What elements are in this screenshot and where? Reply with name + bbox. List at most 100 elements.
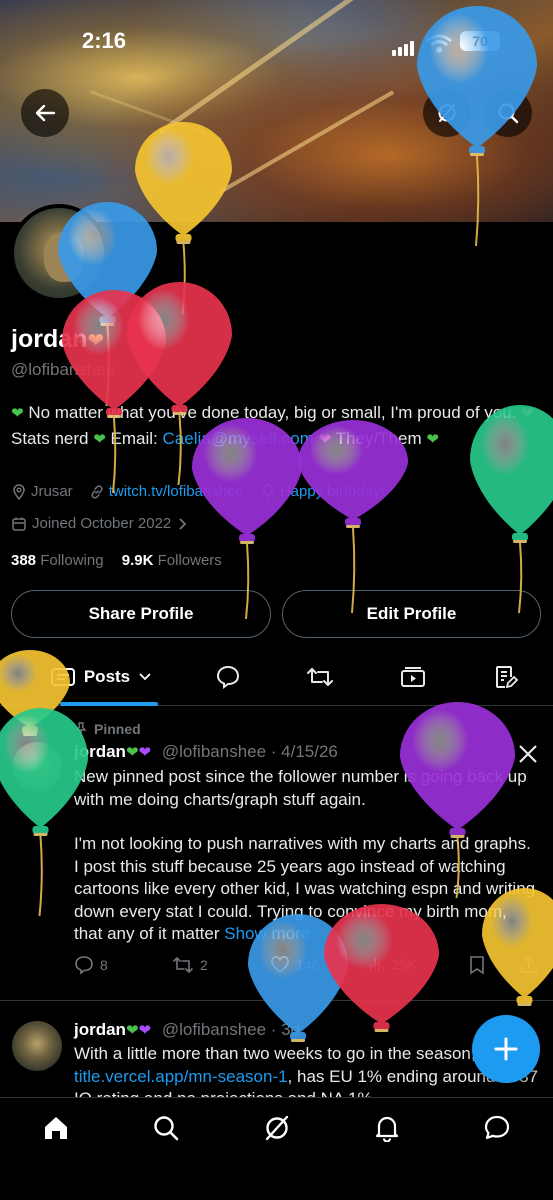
green-heart-icon: ❤ <box>93 431 106 448</box>
grok-button[interactable] <box>423 89 471 137</box>
calendar-icon <box>12 517 26 531</box>
post-text-paragraph-2: I'm not looking to push narratives with … <box>74 833 539 946</box>
repost-button[interactable]: 2 <box>172 955 208 975</box>
green-heart-icon: ❤ <box>426 431 439 448</box>
orange-heart-icon: ❤ <box>87 330 105 352</box>
chevron-right-icon <box>179 517 187 530</box>
reply-icon <box>75 956 93 975</box>
link-icon <box>91 484 103 499</box>
profile-joined[interactable]: Joined October 2022 <box>11 515 188 532</box>
reply-bubble-icon <box>216 665 240 689</box>
bio-email-link[interactable]: Caelia@myself.com <box>163 429 314 448</box>
pinned-indicator: Pinned <box>74 721 141 737</box>
home-icon <box>45 1117 67 1139</box>
search-button[interactable] <box>484 89 532 137</box>
signal-icon <box>392 38 416 56</box>
nav-grok[interactable] <box>253 1110 301 1146</box>
share-icon <box>521 955 537 973</box>
pink-heart-icon: ❤ <box>521 405 534 422</box>
profile-website-link[interactable]: twitch.tv/lofibanshee <box>109 483 244 500</box>
profile-location: Jrusar <box>31 483 73 500</box>
nav-search[interactable] <box>142 1110 190 1146</box>
green-heart-icon: ❤ <box>125 744 139 761</box>
arrow-left-icon <box>35 104 56 122</box>
purple-heart-icon: ❤ <box>138 1022 152 1039</box>
repost-icon <box>307 668 333 686</box>
like-count: 146 <box>296 957 320 973</box>
pink-heart-icon: ❤ <box>318 431 332 448</box>
balloon-icon <box>62 290 166 494</box>
reply-button[interactable]: 8 <box>74 955 108 975</box>
following-link[interactable]: 388 Following <box>11 552 108 569</box>
post-avatar[interactable] <box>12 1021 62 1071</box>
battery-indicator: 70 <box>460 31 500 51</box>
profile-avatar[interactable] <box>10 204 108 302</box>
reply-count: 8 <box>100 957 108 973</box>
profile-tabs: Posts <box>0 648 553 706</box>
tab-replies[interactable] <box>204 660 252 694</box>
repost-icon <box>173 957 193 973</box>
profile-handle: @lofibanshee <box>11 360 116 379</box>
bio-text-2: Stats nerd <box>11 429 89 448</box>
profile-birthday[interactable]: Happy birthday! <box>280 483 385 500</box>
bookmark-icon <box>470 956 484 975</box>
tab-articles[interactable] <box>482 660 530 694</box>
balloon-icon <box>127 282 232 486</box>
plus-icon <box>494 1037 518 1061</box>
tab-posts[interactable]: Posts <box>36 660 166 694</box>
bottom-navigation <box>0 1097 553 1200</box>
posts-tab-icon <box>50 668 75 686</box>
share-profile-button[interactable]: Share Profile <box>11 590 271 638</box>
share-button[interactable] <box>520 955 538 975</box>
tab-media[interactable] <box>389 660 437 694</box>
following-count: 388 <box>11 552 37 569</box>
post-avatar[interactable] <box>12 742 62 792</box>
x-logo-icon <box>519 745 537 763</box>
followers-count: 9.9K <box>121 552 154 569</box>
like-button[interactable]: 146 <box>270 955 319 975</box>
grok-icon <box>438 104 456 122</box>
back-button[interactable] <box>21 89 69 137</box>
article-icon <box>496 666 519 689</box>
heart-icon <box>271 956 289 974</box>
pinned-label: Pinned <box>94 721 141 737</box>
post-author[interactable]: jordan <box>74 742 126 761</box>
profile-joined-text: Joined October 2022 <box>32 515 172 532</box>
green-heart-icon: ❤ <box>125 1022 139 1039</box>
edit-profile-button[interactable]: Edit Profile <box>282 590 541 638</box>
follow-stats: 388 Following 9.9K Followers <box>11 552 222 569</box>
repost-count: 2 <box>200 957 208 973</box>
following-label: Following <box>40 552 104 569</box>
nav-messages[interactable] <box>473 1110 521 1146</box>
bookmark-button[interactable] <box>468 955 486 975</box>
pinned-post[interactable]: Pinned jordan❤❤ @lofibanshee · 4/15/26 N… <box>0 706 553 1001</box>
followers-link[interactable]: 9.9K Followers <box>122 552 222 569</box>
media-icon <box>401 667 425 687</box>
profile-bio: ❤ No matter what you've done today, big … <box>11 400 541 452</box>
post-header: jordan❤❤ @lofibanshee · 3d <box>74 1020 300 1040</box>
pin-icon <box>75 722 87 735</box>
post-body: New pinned post since the follower numbe… <box>74 766 539 946</box>
post-author[interactable]: jordan <box>74 1020 126 1039</box>
views-button[interactable]: 25K <box>368 955 417 973</box>
tab-reposts[interactable] <box>296 660 344 694</box>
post-handle-date: @lofibanshee · 4/15/26 <box>161 742 338 761</box>
post-actions: 8 2 146 25K <box>74 955 539 977</box>
nav-notifications[interactable] <box>363 1110 411 1146</box>
search-icon <box>498 103 519 124</box>
views-chart-icon <box>370 958 384 971</box>
nav-home[interactable] <box>32 1110 80 1146</box>
bio-text-1: No matter what you've done today, big or… <box>28 403 517 422</box>
post-text-1: With a little more than two weeks to go … <box>74 1044 476 1063</box>
tab-posts-label: Posts <box>83 667 131 686</box>
chat-bubble-icon <box>484 1115 510 1140</box>
compose-button[interactable] <box>472 1015 540 1083</box>
search-icon <box>154 1116 179 1141</box>
show-more-link[interactable]: Show more <box>224 924 310 943</box>
bell-icon <box>375 1116 399 1142</box>
purple-heart-icon: ❤ <box>138 744 152 761</box>
second-post[interactable]: jordan❤❤ @lofibanshee · 3d With a little… <box>0 1001 553 1097</box>
profile-name-text: jordan <box>11 325 88 353</box>
profile-meta: Jrusar twitch.tv/lofibanshee Happy birth… <box>11 483 385 500</box>
post-body: With a little more than two weeks to go … <box>74 1043 539 1097</box>
